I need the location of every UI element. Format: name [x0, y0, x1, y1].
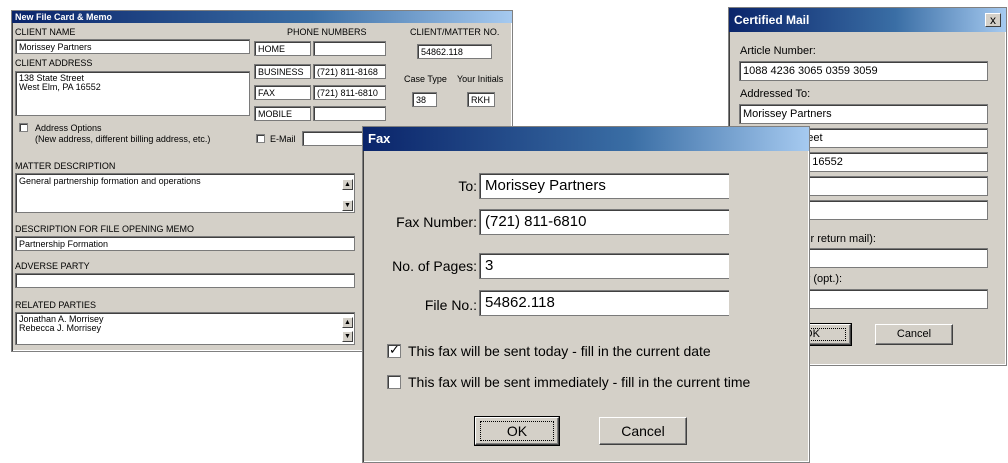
fax-to-field[interactable]: Morissey Partners: [479, 173, 729, 199]
article-number-field[interactable]: 1088 4236 3065 0359 3059: [739, 61, 988, 81]
email-label: E-Mail: [270, 134, 296, 144]
initials-field[interactable]: RKH: [467, 92, 495, 107]
fax-pages-field[interactable]: 3: [479, 253, 729, 279]
phone-number-home[interactable]: [313, 41, 386, 56]
fax-today-label: This fax will be sent today - fill in th…: [408, 343, 711, 359]
fax-window: Fax To: Morissey Partners Fax Number: (7…: [362, 126, 810, 463]
fax-ok-button[interactable]: OK: [474, 416, 560, 446]
related-scroll-up-icon[interactable]: ▲: [342, 317, 353, 328]
client-matter-label: CLIENT/MATTER NO.: [410, 27, 500, 37]
fax-immediately-checkbox[interactable]: [387, 375, 401, 389]
related-scroll-down-icon[interactable]: ▼: [342, 331, 353, 342]
phone-type-fax[interactable]: FAX: [254, 85, 311, 100]
file-opening-field[interactable]: Partnership Formation: [15, 236, 355, 251]
matter-description-label: MATTER DESCRIPTION: [15, 161, 116, 171]
fax-number-field[interactable]: (721) 811-6810: [479, 209, 729, 235]
case-type-label: Case Type: [404, 74, 447, 84]
adverse-party-field[interactable]: [15, 273, 355, 288]
file-opening-label: DESCRIPTION FOR FILE OPENING MEMO: [15, 224, 195, 234]
fax-file-no-field[interactable]: 54862.118: [479, 290, 729, 316]
phone-number-mobile[interactable]: [313, 106, 386, 121]
article-number-label: Article Number:: [740, 45, 816, 57]
certified-mail-title: Certified Mail: [729, 8, 1006, 32]
fax-today-checkbox[interactable]: ✓: [387, 342, 401, 358]
checkmark-icon: ✓: [389, 342, 400, 357]
fax-to-label: To:: [458, 178, 477, 194]
phone-number-fax[interactable]: (721) 811-6810: [313, 85, 386, 100]
related-parties-field[interactable]: Jonathan A. Morrisey Rebecca J. Morrisey: [15, 312, 355, 345]
phone-type-business[interactable]: BUSINESS: [254, 64, 311, 79]
fax-number-label: Fax Number:: [396, 214, 477, 230]
related-parties-label: RELATED PARTIES: [15, 300, 97, 310]
matter-scroll-down-icon[interactable]: ▼: [342, 200, 353, 211]
phone-numbers-label: PHONE NUMBERS: [287, 27, 367, 37]
fax-immediately-label: This fax will be sent immediately - fill…: [408, 374, 751, 390]
certified-cancel-button[interactable]: Cancel: [875, 324, 953, 345]
phone-number-business[interactable]: (721) 811-8168: [313, 64, 386, 79]
client-name-label: CLIENT NAME: [15, 27, 76, 37]
focus-rect: [480, 421, 554, 441]
file-card-title: New File Card & Memo: [12, 11, 512, 23]
address-line-1[interactable]: Morissey Partners: [739, 104, 988, 124]
fax-title: Fax: [363, 127, 809, 151]
addressed-to-label: Addressed To:: [740, 88, 811, 100]
client-matter-field[interactable]: 54862.118: [417, 44, 492, 59]
fax-file-no-label: File No.:: [424, 297, 477, 313]
fax-cancel-button[interactable]: Cancel: [599, 417, 687, 445]
address-options-sub: (New address, different billing address,…: [35, 134, 211, 144]
client-address-field[interactable]: 138 State Street West Elm, PA 16552: [15, 71, 250, 116]
matter-description-field[interactable]: General partnership formation and operat…: [15, 173, 355, 213]
close-icon[interactable]: x: [985, 13, 1001, 27]
initials-label: Your Initials: [457, 74, 504, 84]
address-options-checkbox[interactable]: [19, 123, 28, 132]
fax-cancel-label: Cancel: [621, 423, 665, 439]
email-field[interactable]: [302, 131, 364, 146]
client-name-field[interactable]: Morissey Partners: [15, 39, 250, 54]
phone-type-home[interactable]: HOME: [254, 41, 311, 56]
case-type-field[interactable]: 38: [412, 92, 437, 107]
address-options-label: Address Options: [35, 123, 102, 133]
phone-type-mobile[interactable]: MOBILE: [254, 106, 311, 121]
fax-pages-label: No. of Pages:: [392, 258, 477, 274]
email-checkbox[interactable]: [256, 134, 265, 143]
matter-scroll-up-icon[interactable]: ▲: [342, 179, 353, 190]
certified-cancel-label: Cancel: [896, 328, 932, 340]
adverse-party-label: ADVERSE PARTY: [15, 261, 90, 271]
client-address-label: CLIENT ADDRESS: [15, 58, 93, 68]
